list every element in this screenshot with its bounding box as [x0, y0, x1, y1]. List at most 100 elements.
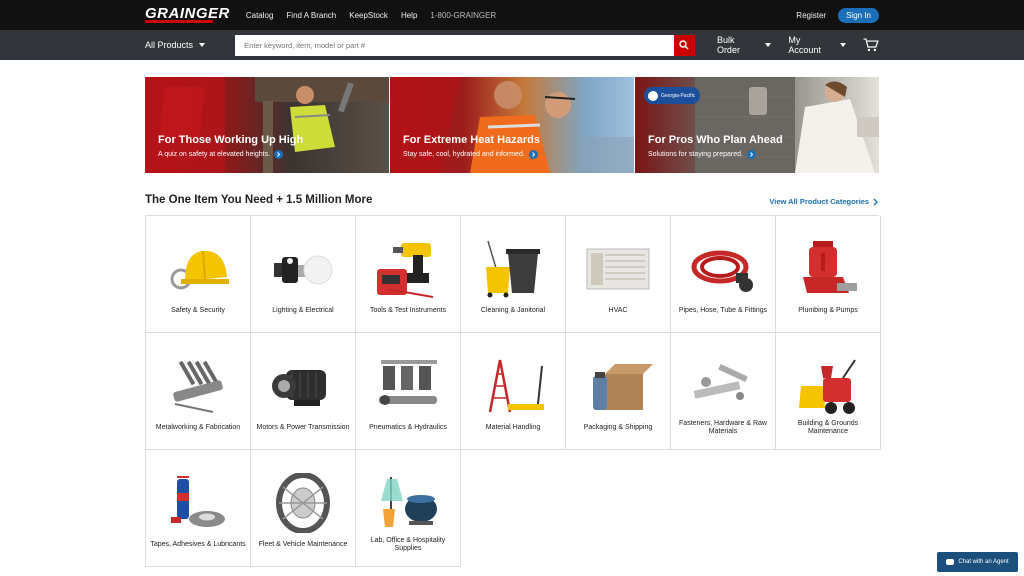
category-label: Lighting & Electrical: [272, 306, 334, 314]
category-label: Cleaning & Janitorial: [480, 306, 546, 314]
category-tile[interactable]: Tapes, Adhesives & Lubricants: [146, 450, 251, 567]
category-label: Building & Grounds Maintenance: [797, 419, 859, 436]
category-tile[interactable]: Building & Grounds Maintenance: [776, 333, 881, 450]
category-tile[interactable]: HVAC: [566, 216, 671, 333]
nav-bar: All Products Bulk Order My Account: [0, 30, 1024, 60]
section-title: The One Item You Need + 1.5 Million More: [145, 194, 373, 206]
top-links: Catalog Find A Branch KeepStock Help 1-8…: [246, 11, 509, 20]
my-account-menu[interactable]: My Account: [788, 35, 847, 55]
category-tile[interactable]: Safety & Security: [146, 216, 251, 333]
chevron-down-icon: [765, 43, 772, 47]
help-link[interactable]: Help: [401, 11, 417, 20]
category-tile[interactable]: Tools & Test Instruments: [356, 216, 461, 333]
hard-hat-icon: [170, 250, 229, 290]
banner-subtitle-text: Stay safe, cool, hydrated and informed.: [403, 151, 525, 158]
promo-banner-plan-ahead[interactable]: Georgia-Pacific For Pros Who Plan Ahead …: [635, 77, 879, 173]
category-label: Tapes, Adhesives & Lubricants: [150, 540, 246, 548]
category-tile[interactable]: Metalworking & Fabrication: [146, 333, 251, 450]
drill-icon: [377, 243, 434, 298]
chat-bubble-icon: [946, 559, 955, 565]
search-bar: [235, 34, 695, 56]
lab-flask-icon: [381, 477, 437, 527]
category-label: Plumbing & Pumps: [798, 306, 858, 314]
category-label: Fleet & Vehicle Maintenance: [258, 540, 348, 548]
view-all-label: View All Product Categories: [769, 197, 869, 206]
category-tile[interactable]: Lighting & Electrical: [251, 216, 356, 333]
category-label: Lab, Office & Hospitality Supplies: [370, 536, 446, 553]
georgia-pacific-logo: Georgia-Pacific: [644, 87, 700, 104]
logo-underline: [145, 20, 213, 23]
tape-icon: [171, 476, 225, 527]
all-products-label: All Products: [145, 40, 194, 50]
light-bulb-icon: [274, 255, 333, 285]
banner-subtitle: Solutions for staying prepared.: [648, 150, 756, 159]
category-label: Safety & Security: [171, 306, 225, 314]
category-tile[interactable]: Packaging & Shipping: [566, 333, 671, 450]
cart-icon[interactable]: [863, 38, 879, 52]
category-label: Pipes, Hose, Tube & Fittings: [678, 306, 768, 314]
chat-label: Chat with an Agent: [958, 559, 1009, 565]
pump-icon: [803, 241, 857, 293]
mop-bucket-icon: [486, 240, 540, 298]
gp-logo-mark: [648, 90, 658, 101]
category-label: Packaging & Shipping: [583, 423, 653, 431]
promo-banner-working-high[interactable]: For Those Working Up High A quiz on safe…: [145, 77, 389, 173]
category-label: HVAC: [608, 306, 628, 314]
bulk-order-menu[interactable]: Bulk Order: [716, 35, 772, 55]
category-tile[interactable]: Fasteners, Hardware & Raw Materials: [671, 333, 776, 450]
register-link[interactable]: Register: [796, 11, 826, 20]
phone-number[interactable]: 1-800-GRAINGER: [430, 11, 496, 20]
category-label: Tools & Test Instruments: [369, 306, 447, 314]
keepstock-link[interactable]: KeepStock: [349, 11, 388, 20]
category-label: Metalworking & Fabrication: [155, 423, 241, 431]
category-label: Fasteners, Hardware & Raw Materials: [679, 419, 767, 436]
pneumatics-icon: [379, 360, 437, 405]
grainger-logo[interactable]: GRAINGER: [145, 5, 230, 22]
category-tile[interactable]: Lab, Office & Hospitality Supplies: [356, 450, 461, 567]
chevron-right-icon[interactable]: [274, 150, 284, 159]
find-branch-link[interactable]: Find A Branch: [286, 11, 336, 20]
box-icon: [593, 364, 653, 410]
catalog-link[interactable]: Catalog: [246, 11, 274, 20]
chevron-right-icon[interactable]: [746, 150, 756, 159]
promo-banner-heat[interactable]: For Extreme Heat Hazards Stay safe, cool…: [390, 77, 634, 173]
air-conditioner-icon: [586, 248, 650, 290]
fastener-icon: [693, 363, 748, 400]
chat-with-agent-button[interactable]: Chat with an Agent: [937, 552, 1018, 572]
all-products-menu[interactable]: All Products: [145, 40, 235, 50]
chevron-down-icon: [840, 43, 847, 47]
banner-title: For Those Working Up High: [158, 134, 304, 146]
category-tile[interactable]: Plumbing & Pumps: [776, 216, 881, 333]
category-tile[interactable]: Fleet & Vehicle Maintenance: [251, 450, 356, 567]
snowblower-icon: [799, 359, 856, 414]
banner-subtitle-text: A quiz on safety at elevated heights.: [158, 151, 271, 158]
category-tile[interactable]: Pipes, Hose, Tube & Fittings: [671, 216, 776, 333]
search-icon: [679, 40, 689, 50]
banner-subtitle-text: Solutions for staying prepared.: [648, 151, 743, 158]
grinder-icon: [173, 360, 223, 413]
hose-icon: [691, 250, 753, 292]
chevron-down-icon: [199, 43, 206, 47]
ladder-icon: [488, 359, 544, 413]
banner-subtitle: Stay safe, cool, hydrated and informed.: [403, 150, 538, 159]
chevron-right-icon[interactable]: [528, 150, 538, 159]
category-tile[interactable]: Motors & Power Transmission: [251, 333, 356, 450]
category-tile[interactable]: Material Handling: [461, 333, 566, 450]
category-grid: Safety & Security Lighting & Electrical …: [145, 215, 881, 567]
category-tile[interactable]: Pneumatics & Hydraulics: [356, 333, 461, 450]
promo-banners: For Those Working Up High A quiz on safe…: [145, 77, 879, 173]
banner-subtitle: A quiz on safety at elevated heights.: [158, 150, 284, 159]
search-button[interactable]: [673, 34, 695, 56]
banner-title: For Pros Who Plan Ahead: [648, 134, 783, 146]
bulk-order-label: Bulk Order: [716, 35, 740, 55]
view-all-categories-link[interactable]: View All Product Categories: [769, 197, 879, 206]
my-account-label: My Account: [788, 35, 821, 55]
category-label: Motors & Power Transmission: [256, 423, 350, 431]
search-input[interactable]: [235, 34, 674, 56]
category-label: Pneumatics & Hydraulics: [369, 423, 447, 431]
chevron-right-icon: [873, 198, 878, 205]
sign-in-button[interactable]: Sign In: [838, 7, 879, 23]
category-tile[interactable]: Cleaning & Janitorial: [461, 216, 566, 333]
top-bar: GRAINGER Catalog Find A Branch KeepStock…: [0, 0, 1024, 30]
motor-icon: [272, 370, 326, 406]
